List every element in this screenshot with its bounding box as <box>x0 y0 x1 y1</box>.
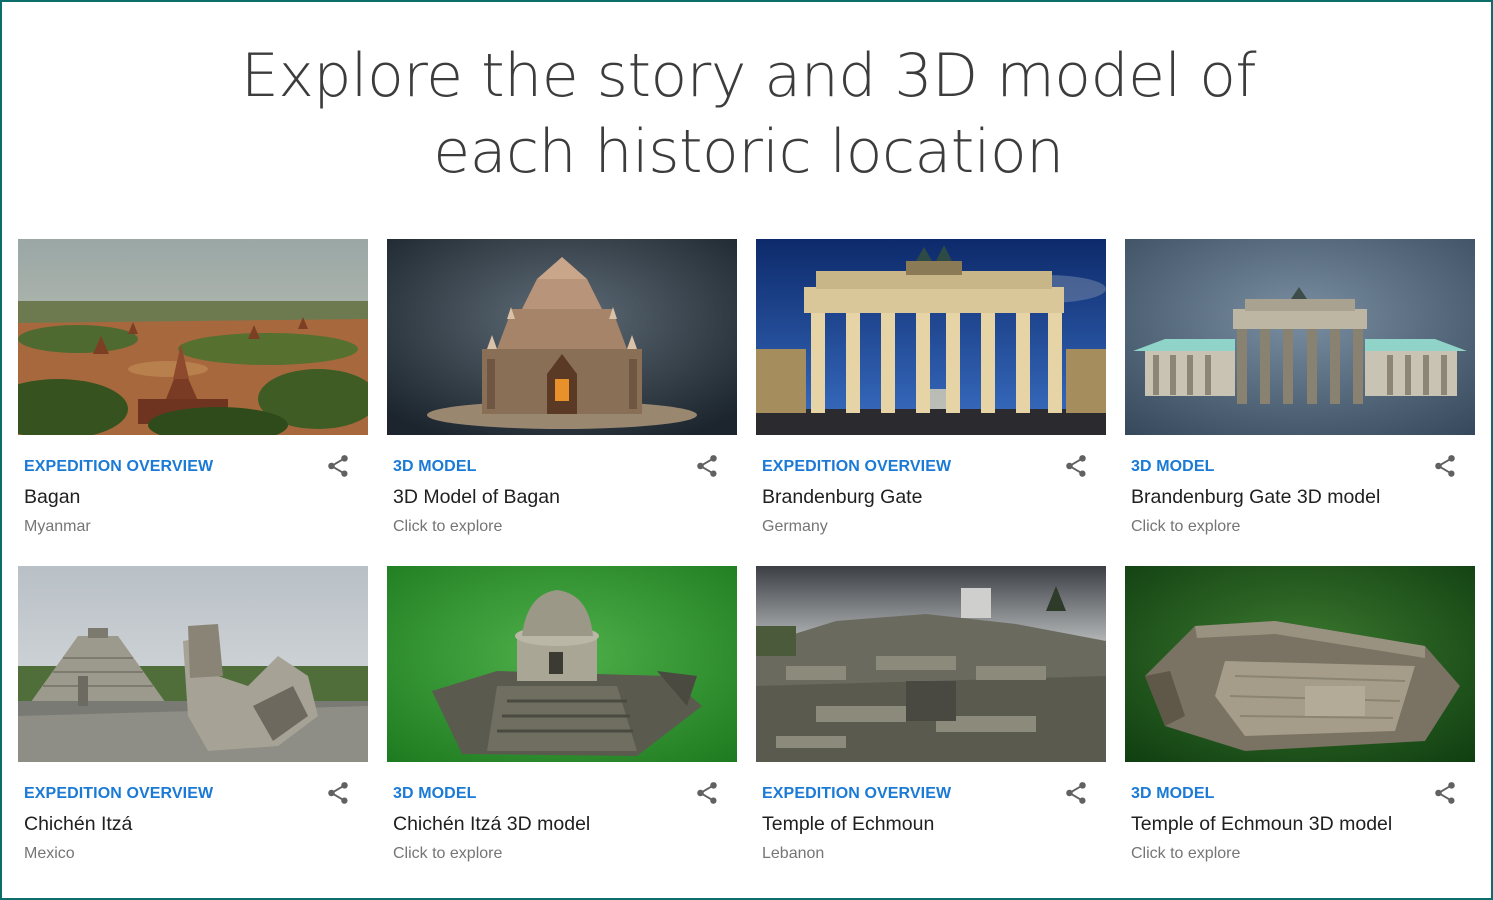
chichen-itza-observatory-3d-render[interactable] <box>387 566 737 762</box>
card-kind-label: 3D MODEL <box>1131 785 1215 802</box>
echmoun-mosaic-3d-render[interactable] <box>1125 566 1475 762</box>
card-subtitle: Mexico <box>24 845 75 862</box>
card-kind-label: EXPEDITION OVERVIEW <box>762 785 952 802</box>
share-icon[interactable] <box>1431 779 1459 807</box>
card-subtitle: Click to explore <box>1131 845 1241 862</box>
card-kind-label: 3D MODEL <box>393 458 477 475</box>
card-subtitle: Click to explore <box>1131 518 1241 535</box>
share-icon[interactable] <box>1431 452 1459 480</box>
share-icon[interactable] <box>1062 452 1090 480</box>
share-icon[interactable] <box>1062 779 1090 807</box>
location-card-echmoun[interactable]: EXPEDITION OVERVIEW Temple of Echmoun Le… <box>756 566 1106 893</box>
card-subtitle: Click to explore <box>393 518 503 535</box>
location-card-bagan-3d[interactable]: 3D MODEL 3D Model of Bagan Click to expl… <box>387 239 737 566</box>
location-card-brandenburg-3d[interactable]: 3D MODEL Brandenburg Gate 3D model Click… <box>1125 239 1475 566</box>
share-icon[interactable] <box>324 452 352 480</box>
brandenburg-gate-night-photo[interactable] <box>756 239 1106 435</box>
card-title[interactable]: Chichén Itzá <box>24 813 132 836</box>
bagan-landscape-photo[interactable] <box>18 239 368 435</box>
echmoun-ruins-photo[interactable] <box>756 566 1106 762</box>
locations-grid: EXPEDITION OVERVIEW Bagan Myanmar 3D MOD… <box>18 239 1478 893</box>
card-subtitle: Myanmar <box>24 518 91 535</box>
card-title[interactable]: 3D Model of Bagan <box>393 486 560 509</box>
card-kind-label: 3D MODEL <box>393 785 477 802</box>
card-kind-label: EXPEDITION OVERVIEW <box>24 458 214 475</box>
card-subtitle: Click to explore <box>393 845 503 862</box>
card-subtitle: Germany <box>762 518 828 535</box>
card-subtitle: Lebanon <box>762 845 825 862</box>
bagan-temple-3d-render[interactable] <box>387 239 737 435</box>
card-title[interactable]: Brandenburg Gate <box>762 486 922 509</box>
share-icon[interactable] <box>324 779 352 807</box>
share-icon[interactable] <box>693 452 721 480</box>
card-kind-label: 3D MODEL <box>1131 458 1215 475</box>
location-card-chichen-itza[interactable]: EXPEDITION OVERVIEW Chichén Itzá Mexico <box>18 566 368 893</box>
card-kind-label: EXPEDITION OVERVIEW <box>24 785 214 802</box>
location-card-bagan[interactable]: EXPEDITION OVERVIEW Bagan Myanmar <box>18 239 368 566</box>
page-frame: Explore the story and 3D model of each h… <box>0 0 1493 900</box>
card-kind-label: EXPEDITION OVERVIEW <box>762 458 952 475</box>
card-title[interactable]: Temple of Echmoun <box>762 813 934 836</box>
brandenburg-gate-3d-render[interactable] <box>1125 239 1475 435</box>
chichen-itza-photo[interactable] <box>18 566 368 762</box>
card-title[interactable]: Chichén Itzá 3D model <box>393 813 590 836</box>
share-icon[interactable] <box>693 779 721 807</box>
card-title[interactable]: Brandenburg Gate 3D model <box>1131 486 1380 509</box>
location-card-echmoun-3d[interactable]: 3D MODEL Temple of Echmoun 3D model Clic… <box>1125 566 1475 893</box>
location-card-brandenburg[interactable]: EXPEDITION OVERVIEW Brandenburg Gate Ger… <box>756 239 1106 566</box>
card-title[interactable]: Bagan <box>24 486 80 509</box>
card-title[interactable]: Temple of Echmoun 3D model <box>1131 813 1392 836</box>
location-card-chichen-itza-3d[interactable]: 3D MODEL Chichén Itzá 3D model Click to … <box>387 566 737 893</box>
page-title: Explore the story and 3D model of each h… <box>240 41 1257 187</box>
